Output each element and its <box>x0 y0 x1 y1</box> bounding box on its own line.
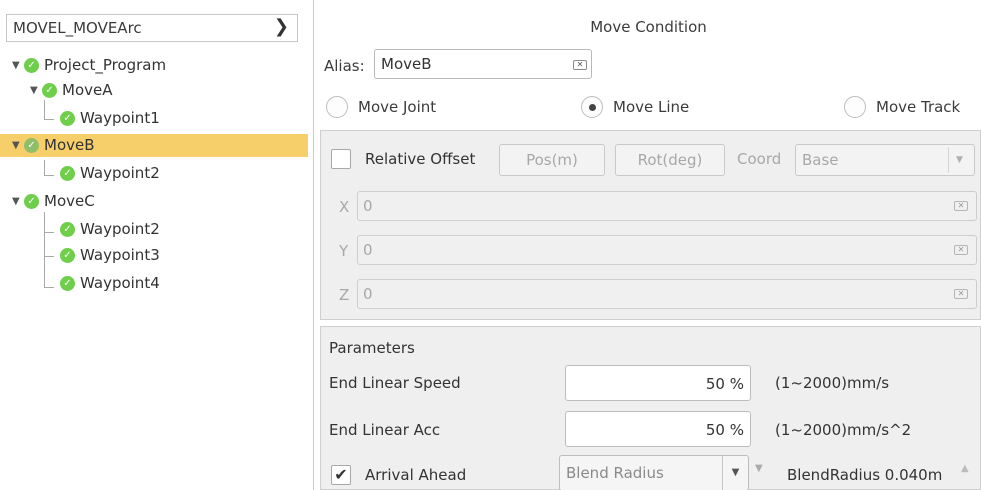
tree-item-waypoint2-c[interactable]: ✓ Waypoint2 <box>0 218 308 241</box>
radio-circle[interactable] <box>326 96 348 118</box>
tree-item-label: Waypoint2 <box>80 220 160 238</box>
radio-move-joint[interactable]: Move Joint <box>326 96 436 118</box>
radio-label: Move Track <box>876 98 961 116</box>
spin-down-icon[interactable]: ▼ <box>755 463 763 474</box>
arrival-ahead-checkbox[interactable]: ✔ <box>331 465 351 485</box>
chevron-down-icon: ▼ <box>722 456 748 490</box>
clear-text-icon[interactable]: ✕ <box>954 289 968 299</box>
radio-move-track[interactable]: Move Track <box>844 96 960 118</box>
tree-item-waypoint2[interactable]: ✓ Waypoint2 <box>0 162 308 185</box>
arrival-ahead-label: Arrival Ahead <box>365 466 467 484</box>
tree-item-label: Waypoint4 <box>80 274 160 292</box>
end-linear-acc-label: End Linear Acc <box>329 421 441 439</box>
check-circle-icon: ✓ <box>24 193 39 209</box>
tree-item-label: MoveC <box>44 192 95 210</box>
tree-item-label: Waypoint3 <box>80 246 160 264</box>
clear-text-icon[interactable]: ✕ <box>573 60 587 70</box>
end-linear-acc-input[interactable]: 50 % <box>565 411 751 447</box>
blend-mode-value: Blend Radius <box>566 464 664 482</box>
tree-item-project-program[interactable]: ▼ ✓ Project_Program <box>0 54 308 77</box>
relative-offset-label: Relative Offset <box>365 150 476 168</box>
end-linear-speed-input[interactable]: 50 % <box>565 365 751 401</box>
check-circle-icon: ✓ <box>60 165 75 181</box>
parameters-title: Parameters <box>329 339 415 357</box>
spin-up-icon[interactable]: ▲ <box>961 463 969 474</box>
tree-item-moveb[interactable]: ▼ ✓ MoveB <box>0 134 308 157</box>
end-linear-speed-value: 50 % <box>705 375 744 393</box>
parameters-group: Parameters End Linear Speed 50 % (1~2000… <box>320 326 981 490</box>
relative-offset-checkbox[interactable] <box>331 149 351 169</box>
chevron-right-icon[interactable]: ❯ <box>274 16 289 37</box>
check-circle-icon: ✓ <box>60 110 75 126</box>
check-circle-icon: ✓ <box>24 57 39 73</box>
expand-triangle-icon[interactable]: ▼ <box>12 196 24 207</box>
expand-triangle-icon[interactable]: ▼ <box>30 85 42 96</box>
tree-item-label: Project_Program <box>44 56 167 74</box>
blend-mode-select[interactable]: Blend Radius ▼ <box>559 455 749 490</box>
radio-label: Move Line <box>613 98 690 116</box>
program-tree-panel: MOVEL_MOVEArc ❯ ▼ ✓ Project_Program ▼ ✓ … <box>0 0 314 490</box>
radio-label: Move Joint <box>358 98 437 116</box>
tree-item-label: Waypoint1 <box>80 109 160 127</box>
expand-triangle-icon[interactable]: ▼ <box>12 140 24 151</box>
tree-item-movea[interactable]: ▼ ✓ MoveA <box>0 79 308 102</box>
coord-label: Coord <box>737 150 782 168</box>
alias-label: Alias: <box>324 57 365 75</box>
radio-move-line[interactable]: Move Line <box>581 96 689 118</box>
tree-item-label: Waypoint2 <box>80 164 160 182</box>
check-circle-icon: ✓ <box>24 137 39 153</box>
expand-triangle-icon[interactable]: ▼ <box>12 60 24 71</box>
tree-item-label: MoveB <box>44 136 95 154</box>
axis-y-input[interactable]: 0 ✕ <box>357 235 977 265</box>
axis-z-input[interactable]: 0 ✕ <box>357 279 977 309</box>
axis-x-value: 0 <box>363 197 373 215</box>
chevron-down-icon: ▼ <box>948 147 970 173</box>
check-circle-icon: ✓ <box>60 221 75 237</box>
alias-input[interactable]: MoveB ✕ <box>374 49 592 79</box>
alias-value: MoveB <box>381 55 432 73</box>
tree-header-title: MOVEL_MOVEArc <box>13 19 142 37</box>
axis-z-value: 0 <box>363 285 373 303</box>
offset-group: Relative Offset Pos(m) Rot(deg) Coord Ba… <box>320 130 981 320</box>
coord-select[interactable]: Base ▼ <box>795 144 975 176</box>
pos-button[interactable]: Pos(m) <box>499 144 605 176</box>
axis-x-label: X <box>339 198 350 216</box>
tree-item-waypoint3[interactable]: ✓ Waypoint3 <box>0 244 308 267</box>
tree-item-label: MoveA <box>62 81 113 99</box>
tree-item-waypoint1[interactable]: ✓ Waypoint1 <box>0 107 308 130</box>
rot-button[interactable]: Rot(deg) <box>615 144 725 176</box>
coord-value: Base <box>802 151 839 169</box>
clear-text-icon[interactable]: ✕ <box>954 201 968 211</box>
radio-circle[interactable] <box>581 96 603 118</box>
end-linear-speed-range: (1~2000)mm/s <box>775 374 890 392</box>
radio-circle[interactable] <box>844 96 866 118</box>
panel-title: Move Condition <box>590 18 707 36</box>
check-circle-icon: ✓ <box>42 82 57 98</box>
axis-y-value: 0 <box>363 241 373 259</box>
check-circle-icon: ✓ <box>60 275 75 291</box>
check-circle-icon: ✓ <box>60 247 75 263</box>
clear-text-icon[interactable]: ✕ <box>954 245 968 255</box>
move-condition-panel: Move Condition Alias: MoveB ✕ Move Joint… <box>316 0 981 490</box>
tree-item-waypoint4[interactable]: ✓ Waypoint4 <box>0 272 308 295</box>
axis-z-label: Z <box>339 286 350 304</box>
axis-x-input[interactable]: 0 ✕ <box>357 191 977 221</box>
axis-y-label: Y <box>339 242 349 260</box>
blend-radius-value: BlendRadius 0.040m <box>787 466 943 484</box>
end-linear-speed-label: End Linear Speed <box>329 374 461 392</box>
tree-item-movec[interactable]: ▼ ✓ MoveC <box>0 190 308 213</box>
end-linear-acc-range: (1~2000)mm/s^2 <box>775 421 912 439</box>
tree-header[interactable]: MOVEL_MOVEArc ❯ <box>6 14 298 42</box>
end-linear-acc-value: 50 % <box>705 421 744 439</box>
